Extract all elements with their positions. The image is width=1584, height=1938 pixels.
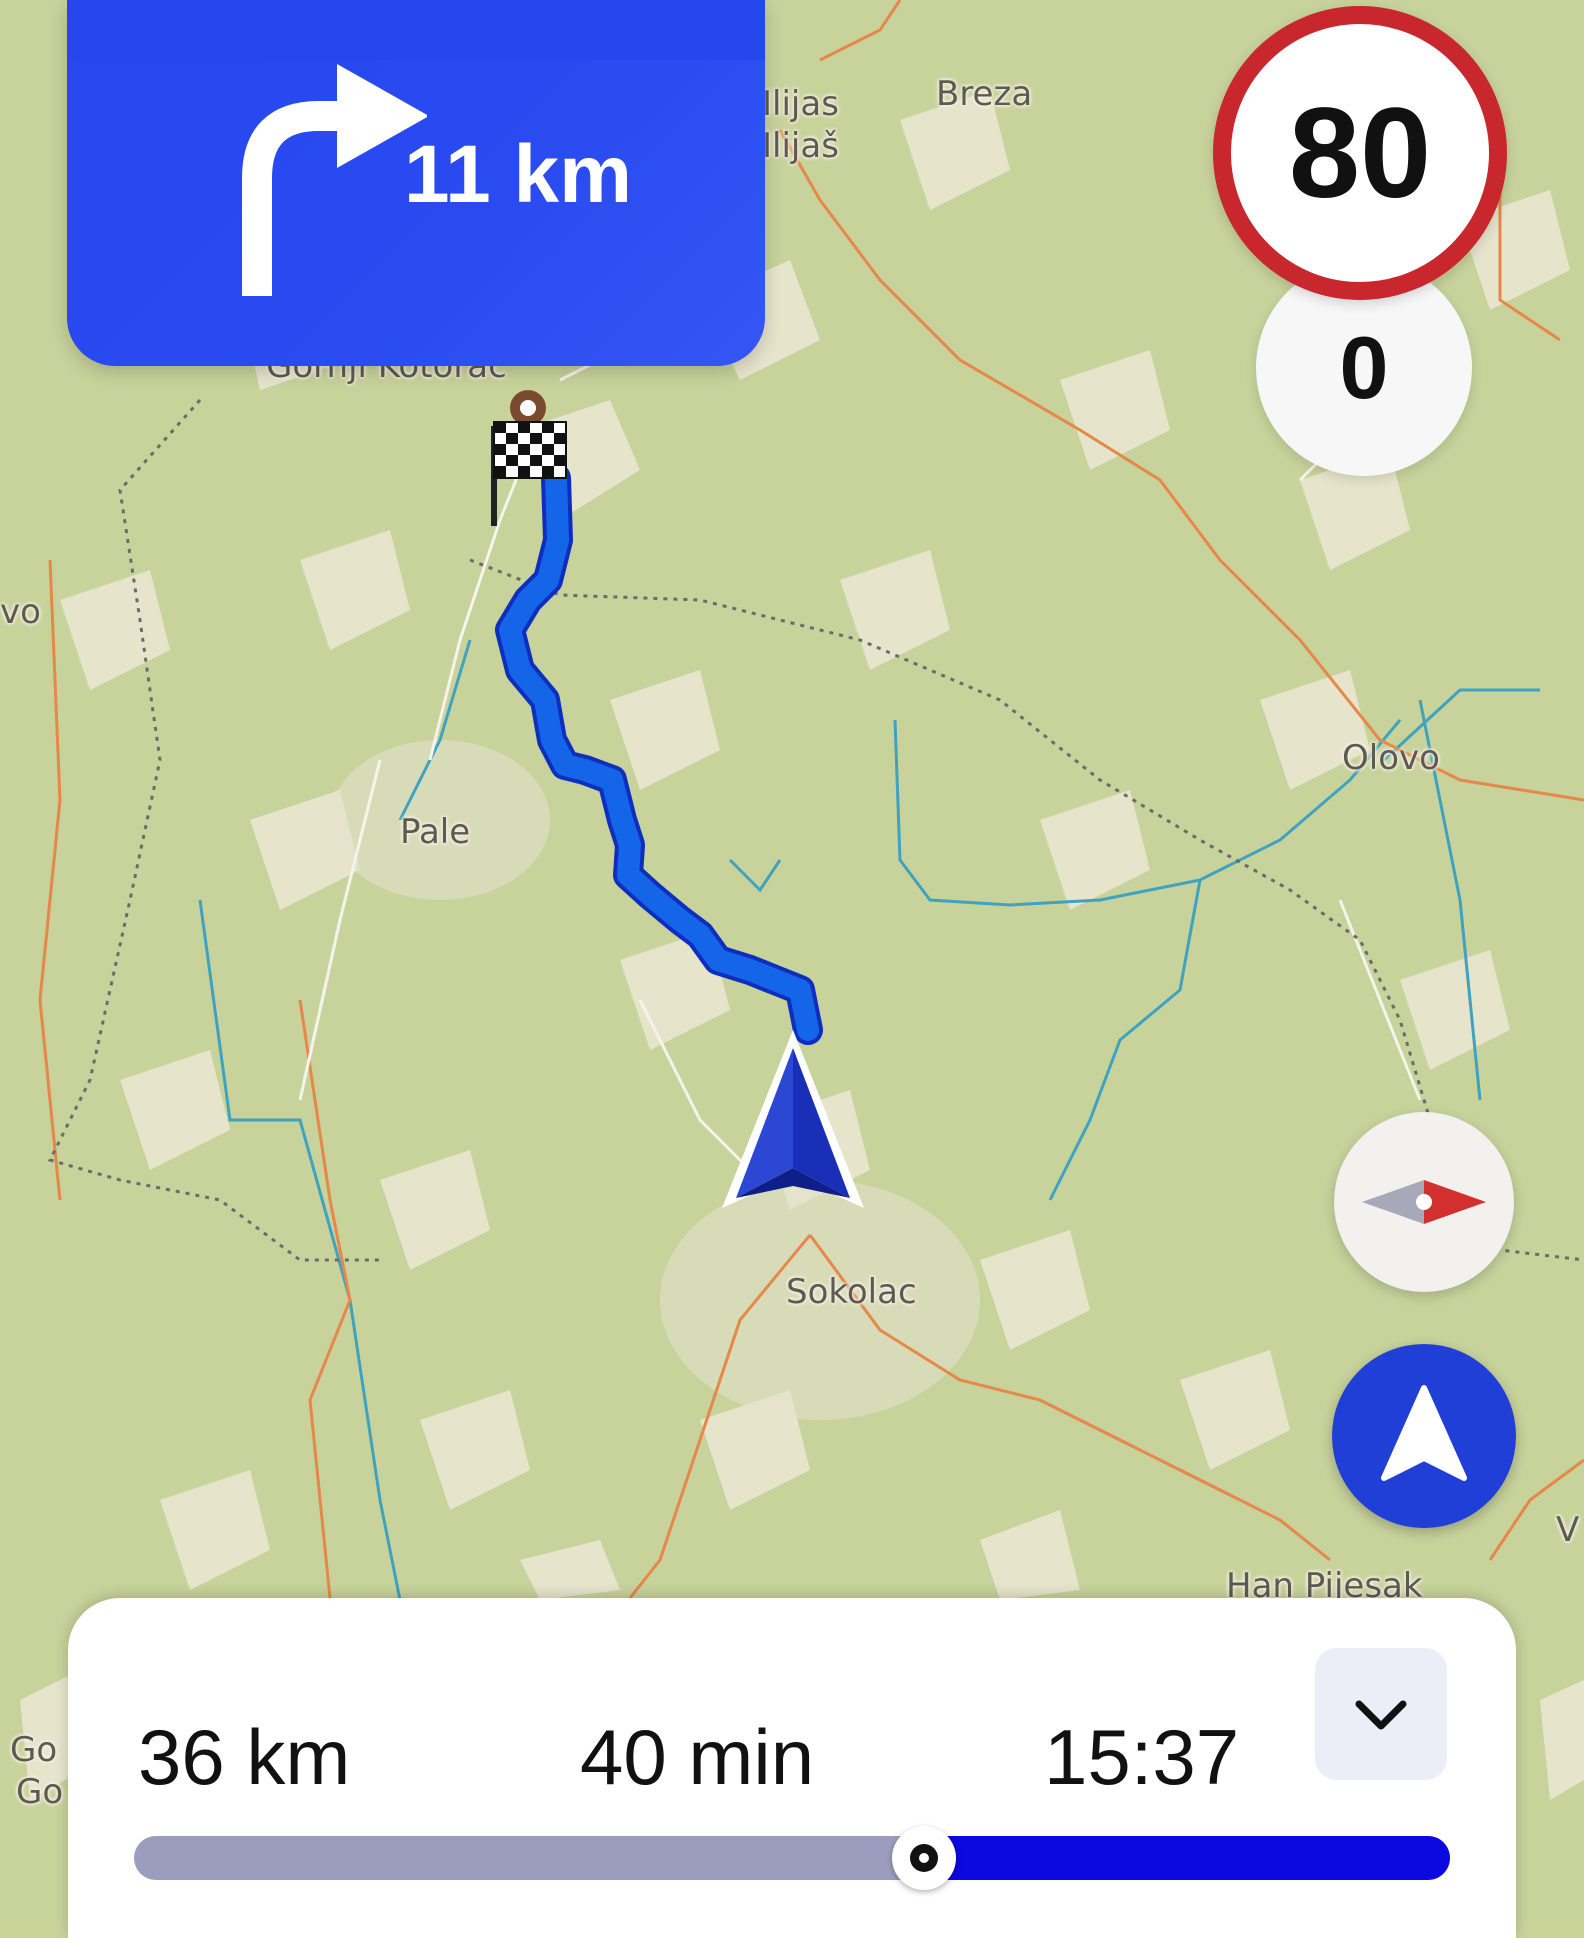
navigation-arrow-icon <box>722 1030 864 1208</box>
compass-button[interactable] <box>1334 1112 1514 1292</box>
chevron-down-icon <box>1355 1700 1407 1730</box>
route-progress-fill <box>924 1836 1450 1880</box>
place-label-pale: Pale <box>400 812 471 852</box>
place-label-v: V <box>1556 1510 1580 1550</box>
place-label-ilijas-local: Ilijaš <box>762 126 839 166</box>
place-label-go: Go <box>10 1730 58 1770</box>
route-progress-bar <box>134 1826 1450 1890</box>
arrival-time: 15:37 <box>1044 1713 1240 1801</box>
place-label-olovo: Olovo <box>1342 738 1440 778</box>
place-label-breza: Breza <box>936 74 1033 114</box>
recenter-arrow-icon <box>1381 1385 1467 1481</box>
collapse-button[interactable] <box>1315 1648 1447 1780</box>
place-label-ilijas: Ilijas <box>762 84 839 124</box>
speed-limit-sign: 80 <box>1213 6 1507 300</box>
trip-summary-panel[interactable]: 36 km 40 min 15:37 <box>68 1598 1516 1938</box>
compass-icon <box>1362 1180 1486 1224</box>
remaining-time: 40 min <box>580 1713 815 1801</box>
place-label-go-2: Go <box>16 1772 64 1812</box>
place-label-sokolac: Sokolac <box>786 1272 917 1312</box>
checkered-flag-icon[interactable] <box>486 386 576 526</box>
turn-instruction-card[interactable]: 11 km <box>67 0 765 366</box>
turn-distance: 11 km <box>404 129 632 220</box>
turn-right-icon <box>242 64 427 296</box>
remaining-distance: 36 km <box>138 1713 351 1801</box>
place-label-vo: vo <box>0 592 41 632</box>
route-progress-knob[interactable] <box>892 1826 956 1890</box>
recenter-button[interactable] <box>1332 1344 1516 1528</box>
